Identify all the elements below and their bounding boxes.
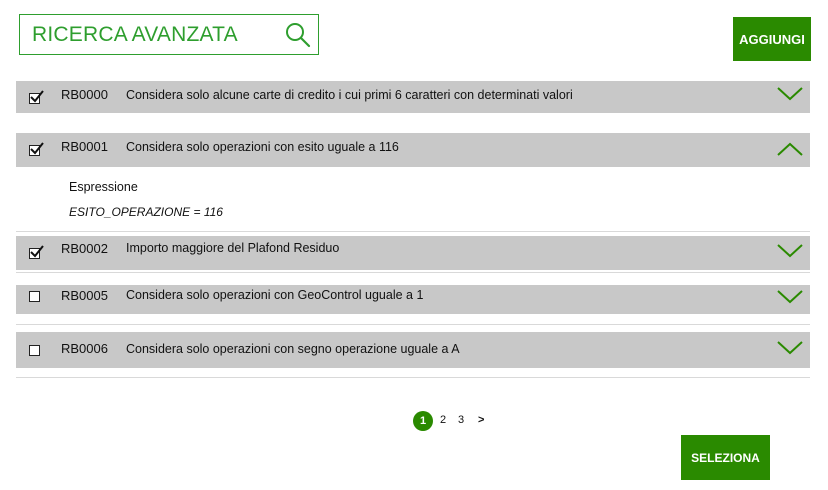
rule-row-rb0005[interactable]: RB0005 Considera solo operazioni con Geo… — [16, 285, 810, 314]
rule-code: RB0005 — [61, 288, 108, 303]
checkmark-icon — [30, 142, 44, 155]
rule-checkbox[interactable] — [29, 345, 40, 356]
expression-value: ESITO_OPERAZIONE = 116 — [69, 205, 223, 219]
rule-checkbox[interactable] — [29, 142, 44, 156]
chevron-down-icon[interactable] — [776, 243, 804, 259]
rule-row-rb0000[interactable]: RB0000 Considera solo alcune carte di cr… — [16, 81, 810, 113]
divider — [16, 272, 810, 273]
expression-label: Espressione — [69, 180, 138, 194]
rule-description: Importo maggiore del Plafond Residuo — [126, 241, 340, 255]
divider — [16, 231, 810, 232]
chevron-down-icon[interactable] — [776, 289, 804, 305]
select-button[interactable]: SELEZIONA — [681, 435, 770, 480]
rule-code: RB0002 — [61, 241, 108, 256]
rule-description: Considera solo alcune carte di credito i… — [126, 88, 573, 102]
search-label: RICERCA AVANZATA — [32, 23, 238, 46]
rule-row-rb0001[interactable]: RB0001 Considera solo operazioni con esi… — [16, 133, 810, 167]
chevron-down-icon[interactable] — [776, 86, 804, 102]
rule-row-rb0006[interactable]: RB0006 Considera solo operazioni con seg… — [16, 332, 810, 368]
advanced-search-box[interactable]: RICERCA AVANZATA — [19, 14, 319, 55]
page-2-link[interactable]: 2 — [440, 414, 446, 426]
page-1-current[interactable]: 1 — [413, 411, 433, 431]
divider — [16, 324, 810, 325]
rule-row-rb0002[interactable]: RB0002 Importo maggiore del Plafond Resi… — [16, 236, 810, 270]
page-3-link[interactable]: 3 — [458, 414, 464, 426]
rule-description: Considera solo operazioni con GeoControl… — [126, 288, 424, 302]
rule-code: RB0000 — [61, 87, 108, 102]
rule-checkbox[interactable] — [29, 291, 40, 302]
next-page-link[interactable]: > — [478, 414, 484, 426]
rule-code: RB0006 — [61, 341, 108, 356]
rule-code: RB0001 — [61, 139, 108, 154]
divider — [16, 377, 810, 378]
rule-checkbox[interactable] — [29, 245, 44, 259]
rule-description: Considera solo operazioni con esito ugua… — [126, 140, 399, 154]
add-button[interactable]: AGGIUNGI — [733, 17, 811, 61]
rule-description: Considera solo operazioni con segno oper… — [126, 342, 460, 356]
search-icon[interactable] — [284, 21, 312, 49]
checkmark-icon — [30, 90, 44, 103]
chevron-up-icon[interactable] — [776, 141, 804, 157]
chevron-down-icon[interactable] — [776, 340, 804, 356]
rule-checkbox[interactable] — [29, 90, 44, 104]
checkmark-icon — [30, 245, 44, 258]
